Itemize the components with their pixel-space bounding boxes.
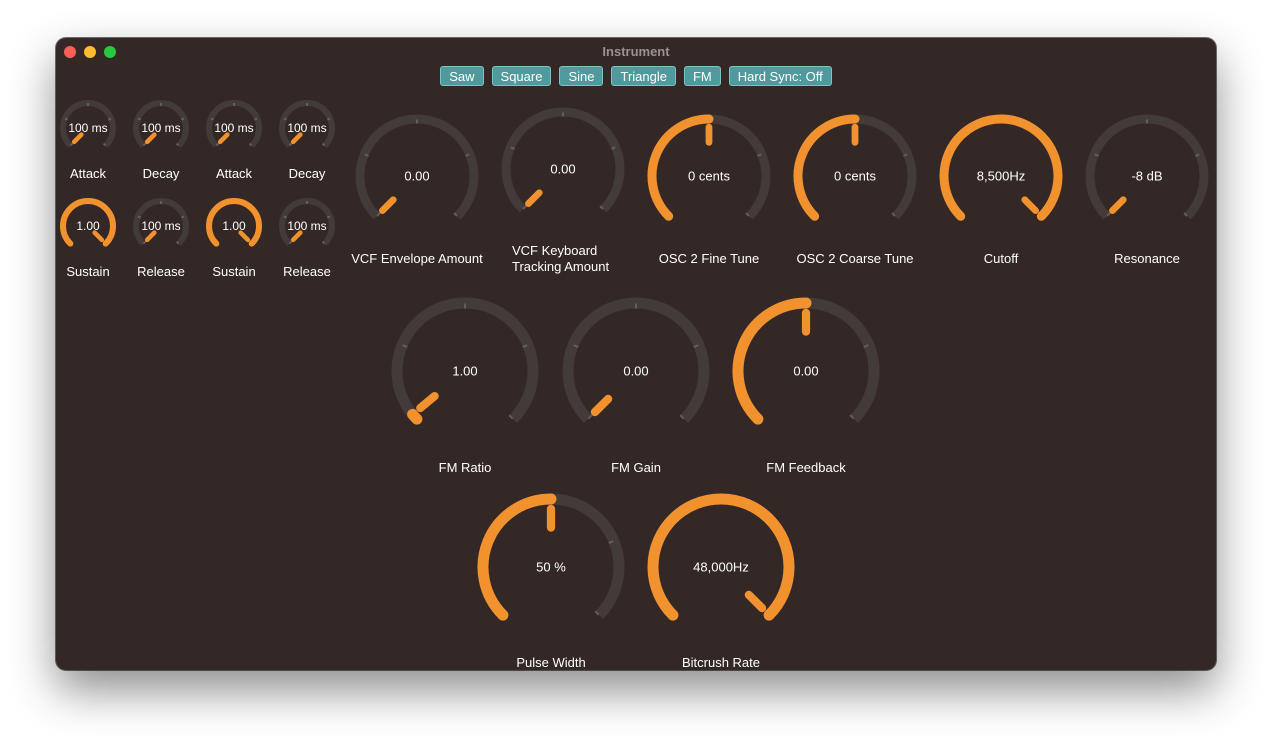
env2-decay-pointer — [290, 132, 303, 145]
env1-decay-tick-1 — [137, 117, 142, 121]
bitcrush-rate-label: Bitcrush Rate — [681, 655, 761, 670]
vcf-envelope-amount-pointer — [379, 196, 397, 214]
fm-gain-label: FM Gain — [611, 460, 661, 475]
env1-release-tick-3 — [180, 215, 185, 219]
env1-decay-value: 100 ms — [141, 121, 181, 135]
bitcrush-rate-pointer — [744, 590, 767, 613]
osc2-fine-tune-label: OSC 2 Fine Tune — [658, 251, 760, 266]
cutoff-pointer — [1021, 196, 1039, 214]
cutoff-label: Cutoff — [983, 251, 1019, 266]
vcf-keyboard-tracking-pointer — [525, 189, 543, 207]
fm-feedback-level-arc — [732, 297, 812, 425]
env1-sustain-label: Sustain — [66, 264, 110, 279]
resonance-label: Resonance — [1114, 251, 1180, 266]
env1-decay-tick-3 — [180, 117, 185, 121]
pulse-width-value: 50 % — [536, 559, 566, 575]
env1-attack-value: 100 ms — [68, 121, 108, 135]
osc2-fine-tune-value: 0 cents — [688, 168, 730, 184]
pulse-width-level-arc — [477, 493, 557, 621]
env1-release-label: Release — [137, 264, 185, 279]
fm-ratio-label: FM Ratio — [438, 460, 492, 475]
env1-sustain-value: 1.00 — [76, 219, 100, 233]
bitcrush-rate-level-arc — [647, 493, 795, 621]
env2-release-pointer — [290, 230, 303, 243]
fm-feedback-label: FM Feedback — [766, 460, 846, 475]
osc2-coarse-tune-value: 0 cents — [834, 168, 876, 184]
fm-gain-pointer — [590, 394, 613, 417]
env1-attack-label: Attack — [69, 166, 107, 181]
env2-attack-pointer — [217, 132, 230, 145]
bitcrush-rate-value: 48,000Hz — [693, 559, 749, 575]
env1-release-pointer — [144, 230, 157, 243]
env2-decay-value: 100 ms — [287, 121, 327, 135]
vcf-envelope-amount-value: 0.00 — [404, 168, 430, 184]
env2-sustain-pointer — [238, 230, 251, 243]
env2-release-tick-3 — [326, 215, 331, 219]
resonance-value: -8 dB — [1131, 168, 1163, 184]
knob-panel: 100 ms Attack 100 ms Decay 100 ms Attack 100 m… — [56, 38, 1216, 670]
env1-sustain-pointer — [92, 230, 105, 243]
env2-decay-tick-1 — [283, 117, 288, 121]
osc2-coarse-tune-label: OSC 2 Coarse Tune — [796, 251, 914, 266]
env1-attack-tick-1 — [64, 117, 69, 121]
env1-attack-pointer — [71, 132, 84, 145]
fm-ratio-pointer — [416, 391, 439, 413]
vcf-keyboard-tracking-value: 0.00 — [550, 161, 576, 177]
env2-decay-tick-3 — [326, 117, 331, 121]
env2-release-value: 100 ms — [287, 219, 327, 233]
instrument-window: Instrument Saw Square Sine Triangle FM Hard S… — [56, 38, 1216, 670]
cutoff-value: 8,500Hz — [976, 168, 1026, 184]
env2-release-label: Release — [283, 264, 331, 279]
env2-sustain-value: 1.00 — [222, 219, 246, 233]
env1-release-value: 100 ms — [141, 219, 181, 233]
env1-attack-tick-3 — [107, 117, 112, 121]
env2-decay-label: Decay — [288, 166, 326, 181]
env1-release-tick-1 — [137, 215, 142, 219]
env1-decay-label: Decay — [142, 166, 180, 181]
env2-sustain-label: Sustain — [212, 264, 256, 279]
fm-gain-track — [562, 297, 710, 423]
env2-attack-tick-3 — [253, 117, 258, 121]
env2-attack-value: 100 ms — [214, 121, 254, 135]
env2-attack-tick-1 — [210, 117, 215, 121]
env2-attack-label: Attack — [215, 166, 253, 181]
env2-release-tick-1 — [283, 215, 288, 219]
fm-gain-value: 0.00 — [623, 363, 649, 379]
env1-decay-pointer — [144, 132, 157, 145]
fm-ratio-level-arc — [407, 408, 423, 425]
fm-ratio-value: 1.00 — [452, 363, 478, 379]
resonance-pointer — [1109, 196, 1127, 214]
vcf-envelope-amount-label: VCF Envelope Amount — [351, 251, 483, 266]
pulse-width-label: Pulse Width — [516, 655, 586, 670]
vcf-keyboard-tracking-label: VCF Keyboard Tracking Amount — [512, 243, 610, 274]
fm-ratio-track — [391, 297, 539, 423]
fm-feedback-value: 0.00 — [793, 363, 819, 379]
